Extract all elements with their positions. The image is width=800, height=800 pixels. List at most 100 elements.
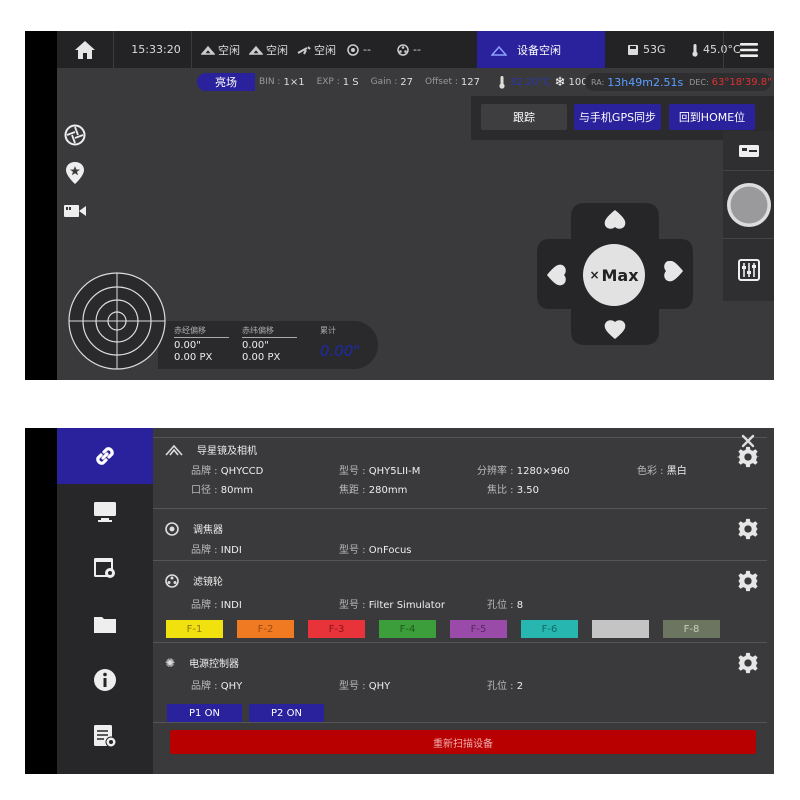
sync-gps-button[interactable]: 与手机GPS同步 bbox=[574, 104, 661, 130]
power-model-value: QHY bbox=[368, 681, 391, 692]
shutter-button[interactable] bbox=[723, 171, 774, 239]
nav-app-settings[interactable] bbox=[57, 540, 153, 596]
telescope-icon bbox=[201, 45, 215, 55]
filter-slot-8-label: F-8 bbox=[683, 623, 700, 635]
move-east-button[interactable] bbox=[663, 260, 687, 289]
mount-status-label: 空闲 bbox=[314, 43, 336, 57]
power-settings-gear-icon[interactable] bbox=[737, 652, 759, 674]
guider-aperture-label: 口径 : bbox=[191, 485, 218, 496]
telescope-status: 空闲 bbox=[201, 31, 240, 68]
guider-settings-gear-icon[interactable] bbox=[737, 446, 759, 468]
focuser-model-label: 型号 : bbox=[339, 545, 366, 556]
guider-res-label: 分辨率 : bbox=[477, 466, 514, 477]
filter-settings-gear-icon[interactable] bbox=[737, 570, 759, 592]
p2-on-button[interactable]: P2 ON bbox=[249, 704, 324, 722]
guide-scope-icon bbox=[165, 444, 183, 456]
nav-files[interactable] bbox=[57, 596, 153, 652]
guider-focal-value: 280mm bbox=[368, 485, 408, 496]
filter-slot-8[interactable]: F-8 bbox=[663, 620, 720, 638]
power-model-label: 型号 : bbox=[339, 681, 366, 692]
move-north-button[interactable] bbox=[601, 207, 629, 231]
device-section-partial bbox=[153, 428, 767, 438]
slew-speed-button[interactable]: × Max bbox=[583, 244, 645, 306]
power-brand: 品牌 : QHY bbox=[191, 677, 242, 692]
right-tool-rail bbox=[723, 131, 774, 301]
focus-tool-button[interactable] bbox=[63, 123, 87, 147]
ra-label: RA: bbox=[591, 77, 605, 87]
home-button[interactable] bbox=[57, 31, 113, 68]
nav-logs[interactable] bbox=[57, 708, 153, 764]
power-model: 型号 : QHY bbox=[339, 677, 390, 692]
guide-offset-panel: 赤经偏移 0.00" 0.00 PX 赤纬偏移 0.00" 0.00 PX 累计… bbox=[158, 321, 378, 369]
guider-color-value: 黑白 bbox=[666, 466, 687, 477]
filter-slot-4[interactable]: F-4 bbox=[379, 620, 436, 638]
power-title-text: 电源控制器 bbox=[189, 659, 240, 670]
top-status-bar: 15:33:20 空闲 空闲 空闲 -- -- 设备空闲 53G 45.0°C bbox=[57, 31, 774, 68]
filter-slot-3-label: F-3 bbox=[328, 623, 345, 635]
folder-icon bbox=[94, 617, 116, 633]
guider-color-label: 色彩 : bbox=[637, 466, 664, 477]
dec-offset-label: 赤纬偏移 bbox=[242, 325, 297, 338]
video-tool-button[interactable] bbox=[63, 199, 87, 223]
heart-right-icon bbox=[664, 260, 683, 282]
camera-settings-button[interactable] bbox=[723, 131, 774, 171]
p1-on-button[interactable]: P1 ON bbox=[167, 704, 242, 722]
filter-slot-1[interactable]: F-1 bbox=[166, 620, 223, 638]
adjust-button[interactable] bbox=[723, 239, 774, 301]
bin-value[interactable]: 1×1 bbox=[283, 77, 304, 88]
filter-slot-3[interactable]: F-3 bbox=[308, 620, 365, 638]
exp-value[interactable]: 1 S bbox=[343, 77, 359, 88]
guider-brand-value: QHYCCD bbox=[220, 466, 264, 477]
device-icon bbox=[491, 45, 507, 56]
guider-model-label: 型号 : bbox=[339, 466, 366, 477]
focuser-settings-gear-icon[interactable] bbox=[737, 518, 759, 540]
device-settings-screen: 导星镜及相机 品牌 : QHYCCD 型号 : QHY5LII-M 分辨率 : … bbox=[25, 428, 774, 774]
capture-screen: 15:33:20 空闲 空闲 空闲 -- -- 设备空闲 53G 45.0°C … bbox=[25, 31, 774, 380]
storage-value: 53G bbox=[643, 43, 666, 56]
thermometer-icon bbox=[692, 43, 698, 57]
speed-prefix: × bbox=[589, 268, 600, 282]
nav-devices[interactable] bbox=[57, 428, 153, 484]
focuser-section: 调焦器 品牌 : INDI 型号 : OnFocus bbox=[153, 509, 767, 561]
filter-slot-6[interactable]: F-6 bbox=[521, 620, 578, 638]
dec-offset: 赤纬偏移 0.00" 0.00 PX bbox=[242, 325, 297, 364]
rescan-devices-button[interactable]: 重新扫描设备 bbox=[170, 730, 756, 754]
location-star-icon bbox=[66, 162, 84, 184]
dec-offset-px: 0.00 PX bbox=[242, 352, 281, 363]
goto-home-button[interactable]: 回到HOME位 bbox=[669, 104, 755, 130]
track-button[interactable]: 跟踪 bbox=[481, 104, 567, 130]
nav-display[interactable] bbox=[57, 484, 153, 540]
filter-wheel-brand: 品牌 : INDI bbox=[191, 596, 242, 611]
target-tool-button[interactable] bbox=[63, 161, 87, 185]
filter-wheel-section: 滤镜轮 品牌 : INDI 型号 : Filter Simulator 孔位 :… bbox=[153, 561, 767, 643]
filter-slot-5[interactable]: F-5 bbox=[450, 620, 507, 638]
offset-value[interactable]: 127 bbox=[461, 77, 480, 88]
menu-button[interactable] bbox=[724, 31, 774, 68]
power-brand-value: QHY bbox=[220, 681, 243, 692]
guider-ratio-label: 焦比 : bbox=[487, 485, 514, 496]
focuser-brand-value: INDI bbox=[220, 545, 242, 556]
filter-wheel-model: 型号 : Filter Simulator bbox=[339, 596, 445, 611]
frame-mode-button[interactable]: 亮场 bbox=[197, 73, 255, 91]
close-icon[interactable] bbox=[741, 434, 755, 448]
power-slots-label: 孔位 : bbox=[487, 681, 514, 692]
filter-slot-2[interactable]: F-2 bbox=[237, 620, 294, 638]
gain-value[interactable]: 27 bbox=[400, 77, 413, 88]
filter-slot-7[interactable] bbox=[592, 620, 649, 638]
filter-slot-4-label: F-4 bbox=[399, 623, 416, 635]
offset-label: Offset : bbox=[424, 77, 458, 87]
guider-res-value: 1280×960 bbox=[516, 466, 570, 477]
filter-slot-6-label: F-6 bbox=[541, 623, 558, 635]
sliders-icon bbox=[737, 259, 760, 281]
dec-label: DEC: bbox=[689, 77, 709, 87]
guider-model: 型号 : QHY5LII-M bbox=[339, 462, 420, 477]
total-offset: 累计 0.00" bbox=[320, 325, 360, 360]
move-west-button[interactable] bbox=[543, 261, 567, 289]
filter-brand-value: INDI bbox=[220, 600, 242, 611]
guider-brand-label: 品牌 : bbox=[191, 466, 218, 477]
gain-label: Gain : bbox=[370, 77, 398, 87]
nav-about[interactable] bbox=[57, 652, 153, 708]
monitor-icon bbox=[94, 502, 116, 522]
guider-aperture: 口径 : 80mm bbox=[191, 481, 253, 496]
move-south-button[interactable] bbox=[601, 317, 629, 341]
